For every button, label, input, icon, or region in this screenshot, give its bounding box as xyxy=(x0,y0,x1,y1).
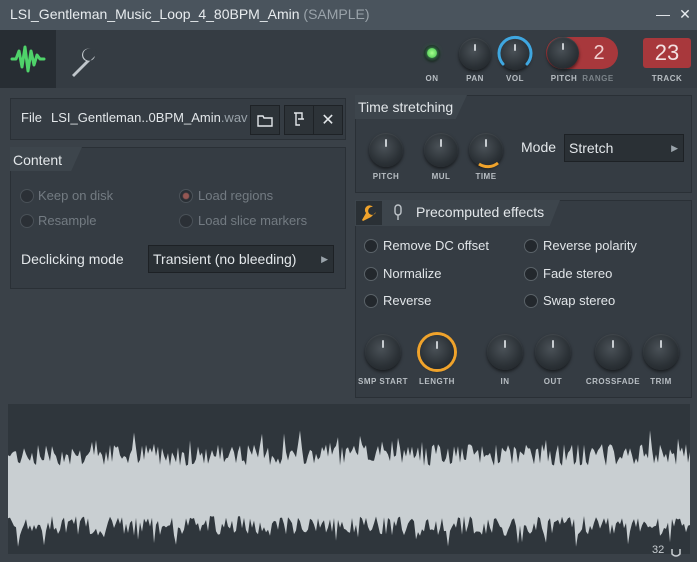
track-value[interactable]: 23 xyxy=(643,38,691,68)
pan-label: PAN xyxy=(466,74,484,83)
declicking-label: Declicking mode xyxy=(21,251,124,267)
wrench-icon xyxy=(362,205,376,221)
reverse-label: Reverse xyxy=(383,293,432,308)
remove-dc-offset-label: Remove DC offset xyxy=(383,238,489,253)
ts-time-label: TIME xyxy=(475,172,497,181)
folder-icon xyxy=(257,115,273,127)
magnet-icon[interactable] xyxy=(670,544,682,557)
mode-dropdown[interactable]: Stretch ▶ xyxy=(564,134,684,162)
load-slice-markers-radio[interactable] xyxy=(179,214,193,228)
declicking-value: Transient (no bleeding) xyxy=(153,251,297,267)
browse-folder-button[interactable] xyxy=(250,105,280,135)
file-label: File xyxy=(21,110,42,125)
close-icon: ✕ xyxy=(321,112,335,129)
ts-mul-label: MUL xyxy=(431,172,451,181)
file-name[interactable]: LSI_Gentleman..0BPM_Amin.wav xyxy=(51,110,248,125)
file-tree-icon xyxy=(294,112,304,126)
normalize-label: Normalize xyxy=(383,266,442,281)
swap-stereo-radio[interactable] xyxy=(524,294,538,308)
range-label: RANGE xyxy=(582,74,614,83)
locate-file-button[interactable] xyxy=(284,105,314,135)
pan-knob[interactable] xyxy=(459,38,491,70)
ts-pitch-label: PITCH xyxy=(372,172,400,181)
title-bar: LSI_Gentleman_Music_Loop_4_80BPM_Amin (S… xyxy=(0,0,697,30)
chevron-right-icon: ▶ xyxy=(321,254,328,264)
precomputed-header: Precomputed effects xyxy=(416,204,545,220)
resample-radio[interactable] xyxy=(20,214,34,228)
waveform-icon xyxy=(10,45,46,73)
trim-knob[interactable] xyxy=(643,334,679,370)
volume-ring-icon xyxy=(497,35,533,66)
reverse-radio[interactable] xyxy=(364,294,378,308)
load-regions-label: Load regions xyxy=(198,188,274,203)
precomputed-settings-button[interactable] xyxy=(356,201,382,225)
load-regions-radio[interactable] xyxy=(179,189,193,203)
ts-mul-knob[interactable] xyxy=(424,133,458,167)
in-label: IN xyxy=(500,377,510,386)
fade-stereo-radio[interactable] xyxy=(524,267,538,281)
range-value[interactable]: 2 xyxy=(584,40,614,66)
on-toggle[interactable] xyxy=(424,45,440,61)
pitch-label: PITCH xyxy=(550,74,578,83)
wrench-icon xyxy=(72,48,97,77)
chevron-right-icon: ▶ xyxy=(671,143,678,153)
declicking-dropdown[interactable]: Transient (no bleeding) ▶ xyxy=(148,245,334,273)
crossfade-label: CROSSFADE xyxy=(585,377,641,386)
volume-label: VOL xyxy=(506,74,524,83)
window-title: LSI_Gentleman_Music_Loop_4_80BPM_Amin (S… xyxy=(10,6,370,22)
mode-value: Stretch xyxy=(569,140,614,156)
out-label: OUT xyxy=(543,377,563,386)
clear-file-button[interactable]: ✕ xyxy=(313,105,343,135)
crossfade-knob[interactable] xyxy=(595,334,631,370)
time-ring-icon xyxy=(478,161,499,169)
time-stretching-header: Time stretching xyxy=(358,99,454,115)
mic-icon[interactable] xyxy=(390,203,406,223)
reverse-polarity-radio[interactable] xyxy=(524,239,538,253)
settings-tab[interactable] xyxy=(60,30,108,88)
content-header: Content xyxy=(13,152,63,168)
waveform-icon xyxy=(8,430,690,547)
length-label: LENGTH xyxy=(419,377,455,386)
reverse-polarity-label: Reverse polarity xyxy=(543,238,637,253)
out-knob[interactable] xyxy=(535,334,571,370)
on-label: ON xyxy=(425,74,439,83)
length-knob[interactable] xyxy=(420,335,454,369)
on-led-icon xyxy=(427,48,437,58)
minimize-button[interactable]: — xyxy=(655,5,671,23)
waveform-view[interactable]: 32 xyxy=(8,404,690,557)
ts-pitch-knob[interactable] xyxy=(369,133,403,167)
sample-tab[interactable] xyxy=(0,30,56,88)
track-label: TRACK xyxy=(651,74,683,83)
smp-start-label: SMP START xyxy=(358,377,408,386)
resample-label: Resample xyxy=(38,213,97,228)
trim-label: TRIM xyxy=(650,377,672,386)
normalize-radio[interactable] xyxy=(364,267,378,281)
mode-label: Mode xyxy=(521,139,557,155)
close-button[interactable]: ✕ xyxy=(677,5,693,23)
in-knob[interactable] xyxy=(487,334,523,370)
swap-stereo-label: Swap stereo xyxy=(543,293,616,308)
keep-on-disk-label: Keep on disk xyxy=(38,188,114,203)
pitch-knob[interactable] xyxy=(547,37,579,69)
fade-stereo-label: Fade stereo xyxy=(543,266,613,281)
waveform-footer-value: 32 xyxy=(652,544,665,556)
keep-on-disk-radio[interactable] xyxy=(20,189,34,203)
smp-start-knob[interactable] xyxy=(365,334,401,370)
remove-dc-offset-radio[interactable] xyxy=(364,239,378,253)
load-slice-markers-label: Load slice markers xyxy=(198,213,308,228)
